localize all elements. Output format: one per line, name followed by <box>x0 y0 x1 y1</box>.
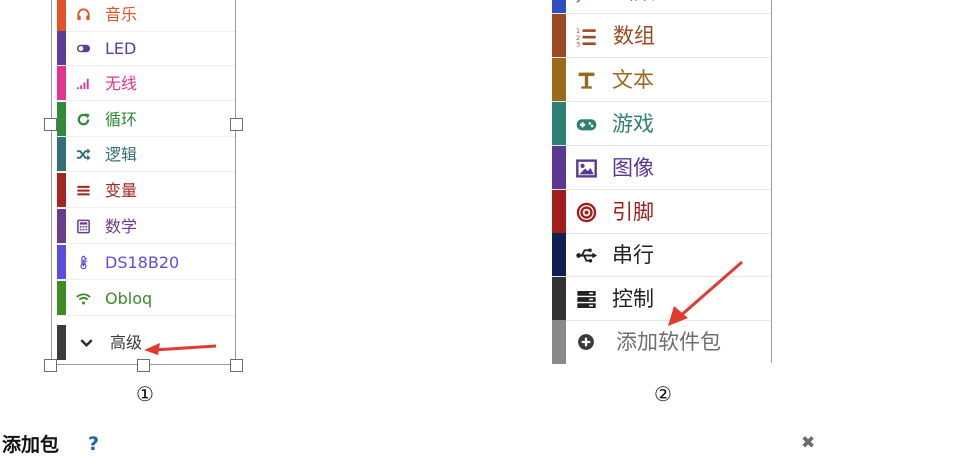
category-color-bar <box>57 281 66 315</box>
annotation-arrow-icon <box>144 343 217 355</box>
function-icon: fx <box>573 0 599 14</box>
category-label: 文本 <box>612 68 654 92</box>
category-color-bar <box>552 146 566 189</box>
category-label: 高级 <box>110 333 143 352</box>
toolbox-category-变量[interactable]: 变量 <box>57 173 235 208</box>
toolbox-category-逻辑[interactable]: 逻辑 <box>57 137 235 172</box>
resize-handle-bottom-left[interactable] <box>44 359 57 372</box>
category-label: 变量 <box>105 181 138 200</box>
resize-handle-bottom-mid[interactable] <box>137 359 150 372</box>
category-color-bar <box>57 245 66 279</box>
toolbox-category-ds18b20[interactable]: DS18B20 <box>57 245 235 280</box>
plus-circle-icon <box>573 320 599 364</box>
category-label: 数组 <box>613 24 655 48</box>
toggle-icon <box>76 31 96 66</box>
panel-2-caption: ② <box>654 382 672 406</box>
category-color-bar <box>57 325 66 360</box>
category-label: LED <box>105 39 137 58</box>
chevron-down-icon <box>79 325 99 360</box>
category-color-bar <box>57 0 66 31</box>
svg-text:3: 3 <box>576 40 580 47</box>
toolbox-category-数学[interactable]: 数学 <box>57 209 235 244</box>
category-color-bar <box>552 190 566 233</box>
toolbox-category-循环[interactable]: 循环 <box>57 102 235 137</box>
category-color-bar <box>57 66 66 100</box>
category-label: 循环 <box>105 110 138 129</box>
list-lines-icon <box>76 173 96 208</box>
panel-1-caption: ① <box>136 382 154 406</box>
category-label: 控制 <box>612 287 654 311</box>
dialog-title: 添加包 <box>2 434 60 456</box>
category-label: 函数 <box>613 0 655 14</box>
thermometer-icon <box>76 245 96 280</box>
toolbox-category-引脚[interactable]: 引脚 <box>552 190 770 234</box>
signal-bars-icon <box>76 66 96 101</box>
wifi-icon <box>76 281 96 316</box>
category-color-bar <box>552 320 566 364</box>
category-color-bar <box>57 137 66 171</box>
loop-refresh-icon <box>76 102 96 137</box>
toolbox-category-led[interactable]: LED <box>57 31 235 66</box>
resize-handle-bottom-right[interactable] <box>230 359 243 372</box>
resize-handle-top-left[interactable] <box>44 118 57 131</box>
toolbox-category-图像[interactable]: 图像 <box>552 146 770 190</box>
category-color-bar <box>552 14 566 57</box>
toolbox-category-无线[interactable]: 无线 <box>57 66 235 101</box>
toolbox-category-游戏[interactable]: 游戏 <box>552 102 770 146</box>
category-label: 无线 <box>105 74 138 93</box>
category-label: Obloq <box>105 289 153 308</box>
category-label: 串行 <box>612 243 654 267</box>
shuffle-icon <box>76 137 96 172</box>
resize-handle-top-right[interactable] <box>230 118 243 131</box>
category-color-bar <box>552 277 566 320</box>
category-color-bar <box>57 102 66 136</box>
calculator-icon <box>76 209 96 244</box>
toolbox-category-obloq[interactable]: Obloq <box>57 281 235 316</box>
usb-icon <box>573 233 599 277</box>
close-icon[interactable]: ✖ <box>801 433 815 453</box>
toolbox-category-文本[interactable]: 文本 <box>552 58 770 102</box>
category-color-bar <box>552 102 566 145</box>
category-label: 数学 <box>105 217 138 236</box>
category-label: 游戏 <box>612 112 654 136</box>
category-color-bar <box>552 233 566 276</box>
svg-text:x: x <box>585 0 592 2</box>
toolbox-category-函数[interactable]: fx 函数 <box>552 0 770 14</box>
category-color-bar <box>552 0 566 13</box>
headphones-icon <box>76 0 96 32</box>
image-icon <box>573 146 599 190</box>
text-t-icon <box>573 58 599 102</box>
gamepad-icon <box>573 102 599 146</box>
toolbox-panel-1: 音乐 LED 无线循环逻辑变量数学 DS18B20 Obloq 高级 <box>51 0 236 365</box>
server-icon <box>573 277 599 321</box>
category-label: 图像 <box>612 156 654 180</box>
category-label: 引脚 <box>612 200 654 224</box>
category-label: DS18B20 <box>105 253 180 272</box>
annotation-arrow-icon <box>668 260 743 326</box>
category-color-bar <box>57 209 66 243</box>
toolbox-category-数组[interactable]: 1 2 3 数组 <box>552 14 770 58</box>
toolbox-category-音乐[interactable]: 音乐 <box>57 0 235 32</box>
target-icon <box>573 190 599 234</box>
category-label: 逻辑 <box>105 145 138 164</box>
category-label: 音乐 <box>105 5 138 24</box>
category-color-bar <box>57 31 66 65</box>
ordered-list-icon: 123 <box>573 14 599 58</box>
category-color-bar <box>57 173 66 207</box>
category-color-bar <box>552 58 566 101</box>
